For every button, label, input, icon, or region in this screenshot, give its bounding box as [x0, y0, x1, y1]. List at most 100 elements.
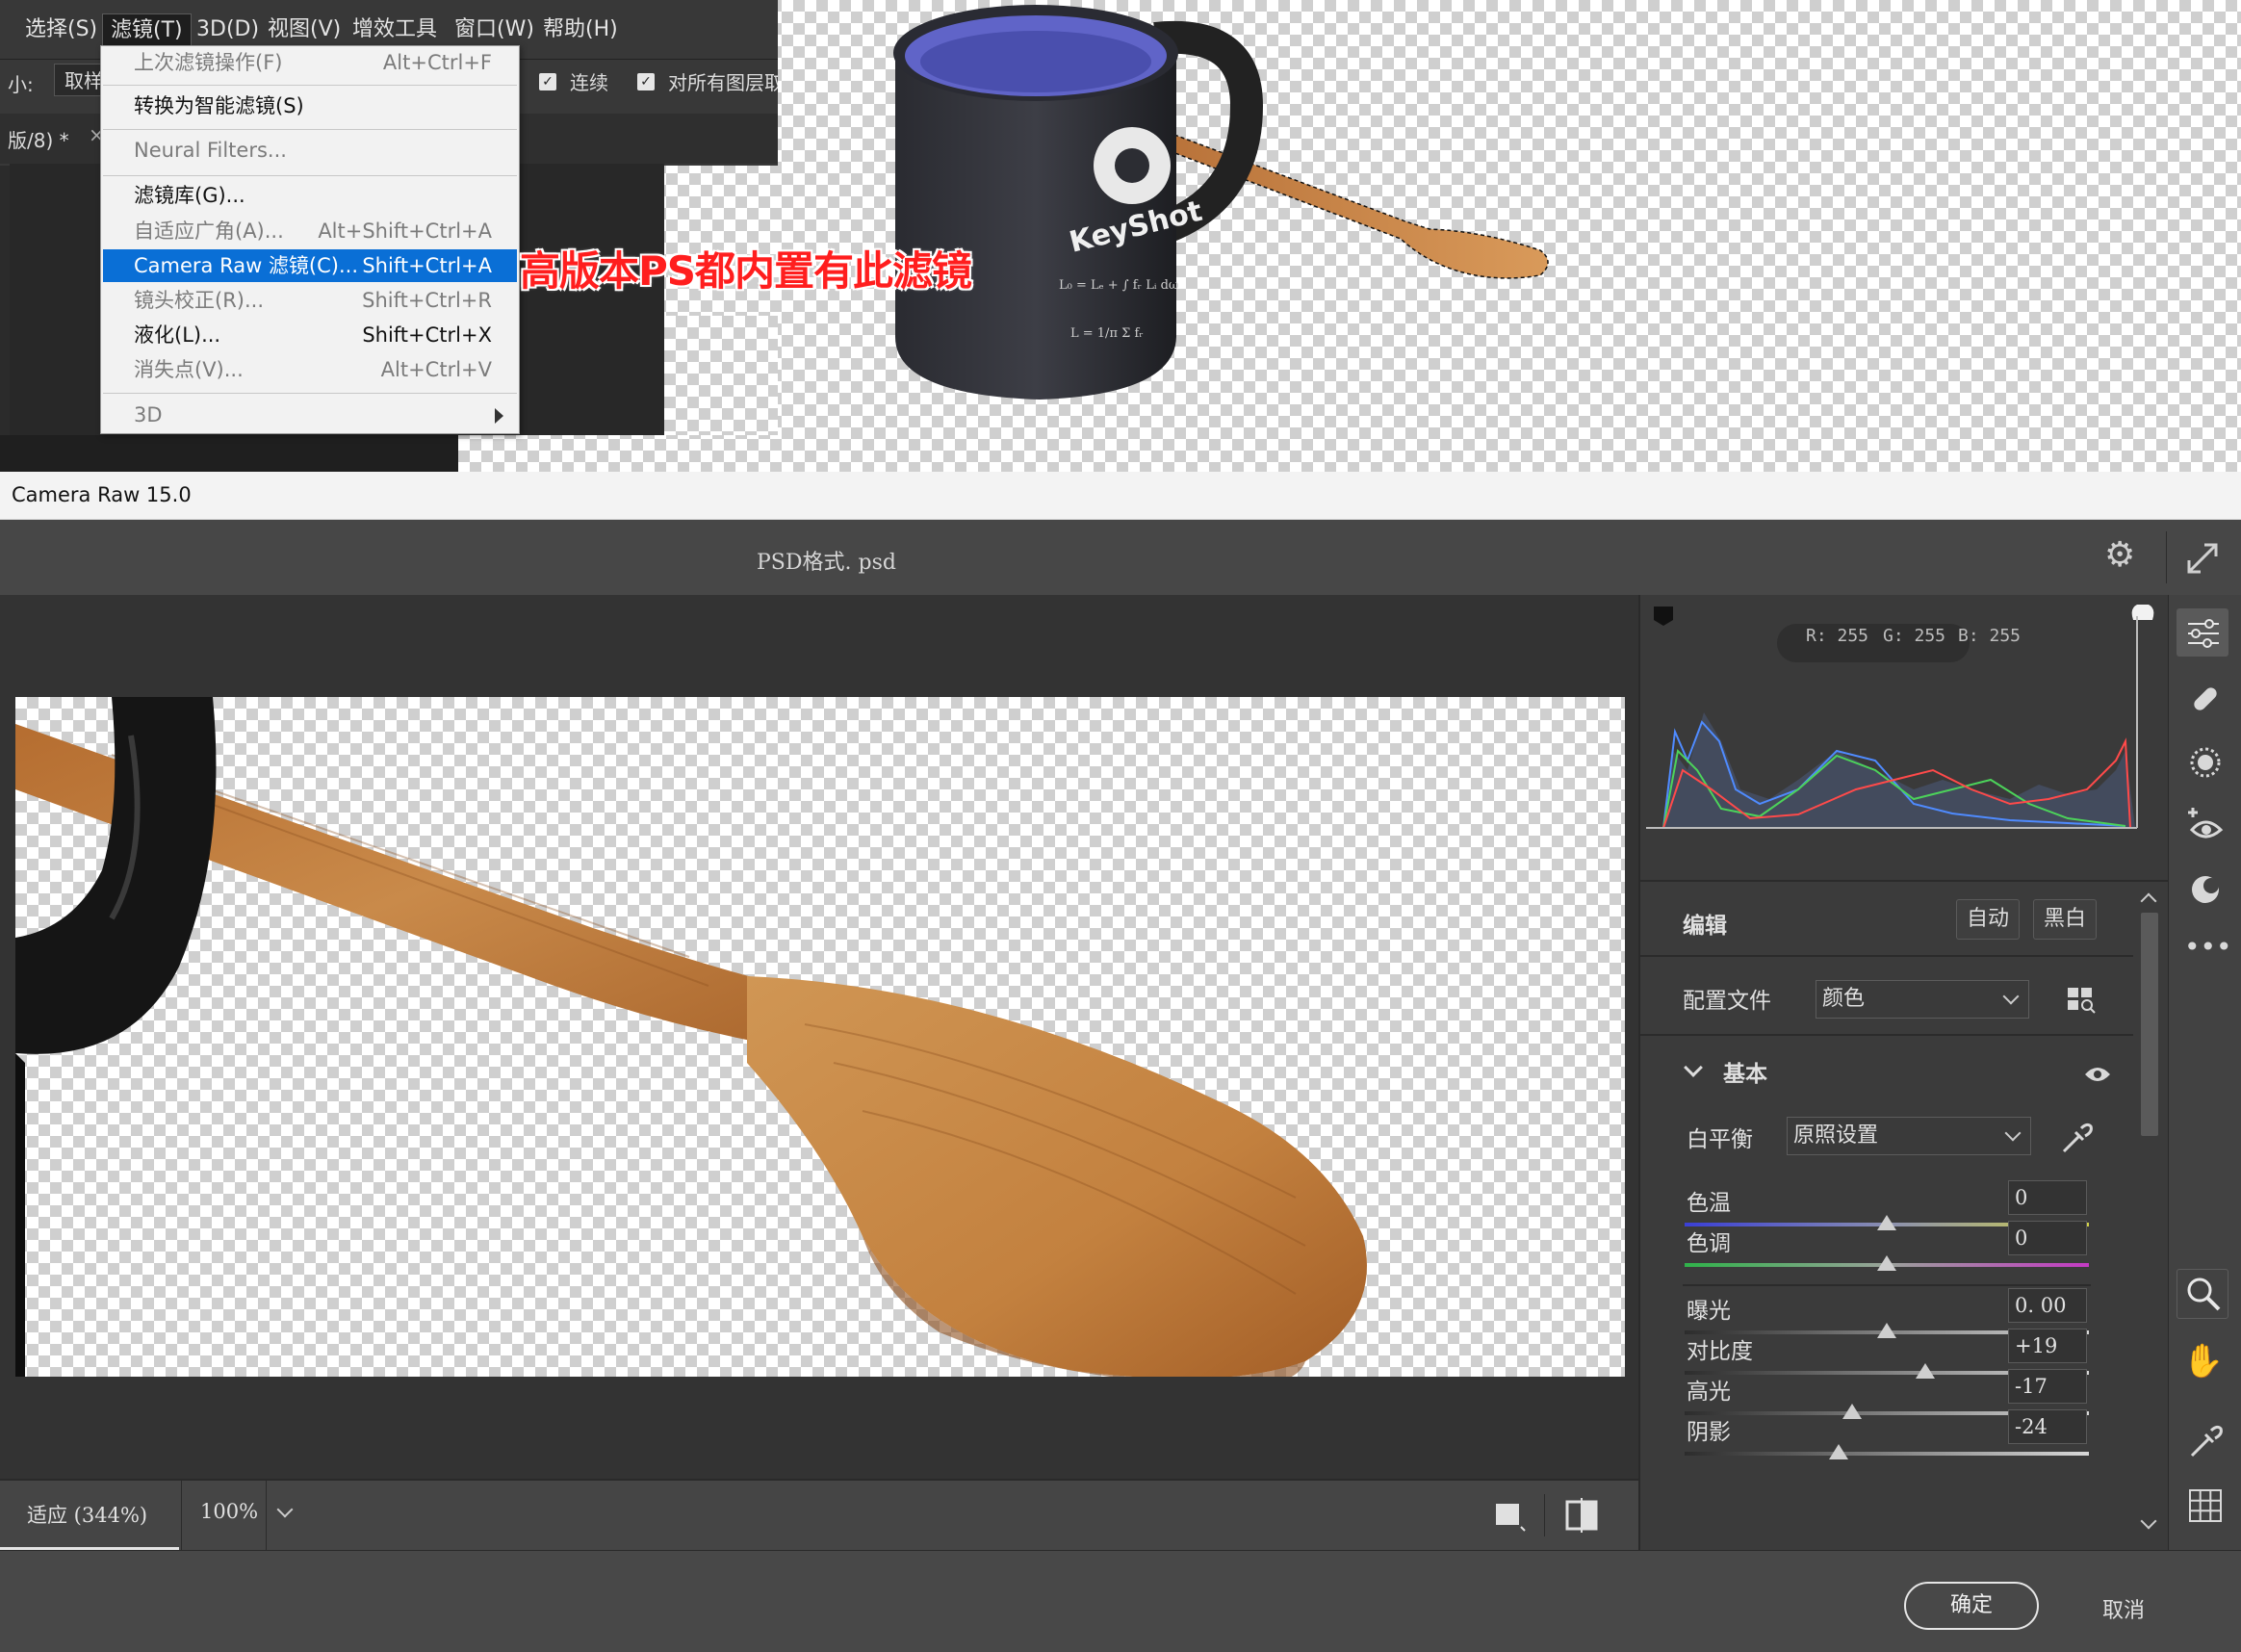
presets-icon[interactable] [2186, 870, 2225, 909]
red-eye-icon[interactable] [2184, 807, 2227, 845]
file-name: PSD格式. psd [757, 551, 896, 575]
slider-thumb[interactable] [1877, 1215, 1896, 1230]
menu-separator [103, 393, 517, 394]
healing-bandage-icon[interactable] [2186, 680, 2225, 718]
bottombar-divider [266, 1481, 267, 1550]
wb-label: 白平衡 [1687, 1127, 1753, 1152]
slider-value-field[interactable]: -24 [2008, 1409, 2087, 1444]
tool-strip: ••• ✋ [2168, 595, 2241, 1550]
rgb-b: B: 255 [1958, 626, 2022, 646]
menu-item-camera-raw[interactable]: Camera Raw 滤镜(C)... Shift+Ctrl+A [103, 249, 517, 282]
profile-value: 颜色 [1822, 987, 1866, 1011]
slider-value-field[interactable]: -17 [2008, 1369, 2087, 1404]
bw-button[interactable]: 黑白 [2033, 899, 2098, 940]
ok-button[interactable]: 确定 [1904, 1582, 2039, 1630]
dialog-footer: 确定 取消 [0, 1550, 2241, 1652]
profile-browser-icon[interactable] [2066, 984, 2097, 1015]
menu-window[interactable]: 窗口(W) [447, 13, 542, 46]
rgb-g: G: 255 [1883, 626, 1946, 646]
ps-canvas-corner [664, 316, 778, 435]
header-divider [2166, 531, 2167, 583]
slider-value-field[interactable]: 0 [2008, 1221, 2087, 1255]
submenu-arrow-icon [495, 408, 503, 424]
chevron-down-icon [2004, 1124, 2022, 1142]
menu-help[interactable]: 帮助(H) [535, 13, 626, 46]
menu-item-liquify[interactable]: 液化(L)... Shift+Ctrl+X [103, 319, 517, 351]
menu-plugins[interactable]: 增效工具 [345, 13, 445, 46]
grid-overlay-icon[interactable] [2186, 1486, 2225, 1525]
divider [1683, 1284, 2091, 1286]
wb-value: 原照设置 [1793, 1123, 1879, 1148]
slider-track[interactable] [1685, 1452, 2089, 1456]
profile-label: 配置文件 [1683, 989, 1771, 1014]
scroll-thumb[interactable] [2141, 913, 2158, 1136]
menu-3d[interactable]: 3D(D) [189, 13, 267, 46]
slider-value-field[interactable]: +19 [2008, 1329, 2087, 1363]
slider-thumb[interactable] [1828, 1444, 1848, 1459]
all-layers-checkbox[interactable]: ✓ [637, 73, 655, 90]
menu-separator [103, 85, 517, 86]
menu-filter[interactable]: 滤镜(T) [102, 13, 192, 46]
collapse-chevron-icon[interactable] [1684, 1058, 1703, 1077]
auto-button[interactable]: 自动 [1956, 899, 2021, 940]
basic-section-title[interactable]: 基本 [1723, 1055, 1767, 1088]
before-after-single-icon[interactable] [1492, 1498, 1527, 1533]
spoon-closeup-image [15, 697, 1367, 1377]
menu-item-lens-correction[interactable]: 镜头校正(R)... Shift+Ctrl+R [103, 284, 517, 317]
zoom-dropdown-chevron-icon[interactable] [276, 1501, 294, 1518]
more-options-icon[interactable]: ••• [2184, 926, 2232, 968]
slider-value-field[interactable]: 0. 00 [2008, 1288, 2087, 1323]
menu-item-adaptive-wide-angle[interactable]: 自适应广角(A)... Alt+Shift+Ctrl+A [103, 215, 517, 247]
annotation-text: 高版本PS都内置有此滤镜 [520, 247, 972, 295]
ps-doc-tab[interactable]: 版/8) * [8, 125, 69, 153]
menu-select[interactable]: 选择(S) [17, 13, 105, 46]
masking-icon[interactable] [2186, 743, 2225, 782]
menu-item-vanishing-point[interactable]: 消失点(V)... Alt+Ctrl+V [103, 353, 517, 386]
slider-thumb[interactable] [1842, 1404, 1863, 1419]
highlight-clipping-icon [2131, 605, 2154, 620]
slider-thumb[interactable] [1877, 1323, 1896, 1338]
gear-icon[interactable]: ⚙ [2104, 535, 2135, 575]
color-sampler-icon[interactable] [2186, 1423, 2225, 1461]
slider-thumb[interactable] [1877, 1255, 1896, 1271]
eye-icon[interactable] [2083, 1065, 2112, 1084]
menu-separator [103, 129, 517, 130]
wb-dropdown[interactable]: 原照设置 [1787, 1117, 2031, 1155]
svg-text:L = 1/π Σ fᵣ: L = 1/π Σ fᵣ [1070, 326, 1144, 341]
filter-menu: 上次滤镜操作(F) Alt+Ctrl+F 转换为智能滤镜(S) Neural Fi… [100, 45, 520, 434]
contiguous-checkbox[interactable]: ✓ [539, 73, 556, 90]
slider-thumb[interactable] [1915, 1363, 1935, 1379]
scroll-up-icon[interactable] [2140, 892, 2157, 910]
menu-item-3d[interactable]: 3D [103, 399, 517, 431]
profile-dropdown[interactable]: 颜色 [1816, 980, 2029, 1019]
slider-value-field[interactable]: 0 [2008, 1180, 2087, 1215]
fullscreen-icon[interactable] [2183, 539, 2222, 578]
panel-scrollbar[interactable] [2133, 884, 2168, 1550]
rgb-r: R: 255 [1806, 626, 1869, 646]
menu-view[interactable]: 视图(V) [260, 13, 348, 46]
svg-text:L₀ = Lₑ + ∫ fᵣ Lᵢ dω: L₀ = Lₑ + ∫ fᵣ Lᵢ dω [1059, 278, 1179, 293]
hand-tool-icon[interactable]: ✋ [2182, 1340, 2225, 1382]
slider-label: 色调 [1687, 1231, 1731, 1256]
bottombar-divider [181, 1481, 182, 1550]
cancel-button[interactable]: 取消 [2102, 1593, 2145, 1624]
menu-item-convert-smart[interactable]: 转换为智能滤镜(S) [103, 90, 517, 122]
menu-separator [103, 175, 517, 176]
preview-area [0, 595, 1638, 1479]
edit-sliders-icon[interactable] [2184, 614, 2223, 653]
all-layers-label: 对所有图层取 [668, 71, 778, 94]
divider [1640, 955, 2133, 957]
bottombar-divider [1544, 1494, 1545, 1536]
image-preview[interactable] [15, 697, 1625, 1377]
before-after-split-icon[interactable] [1563, 1496, 1602, 1535]
menu-item-last-filter[interactable]: 上次滤镜操作(F) Alt+Ctrl+F [103, 46, 517, 79]
menu-item-neural-filters[interactable]: Neural Filters... [103, 134, 517, 167]
camera-raw-header: PSD格式. psd ⚙ [0, 520, 2241, 595]
window-title: Camera Raw 15.0 [12, 483, 192, 506]
menu-item-filter-gallery[interactable]: 滤镜库(G)... [103, 179, 517, 212]
scroll-down-icon[interactable] [2140, 1512, 2157, 1530]
slider-label: 高光 [1687, 1380, 1731, 1405]
eyedropper-icon[interactable] [2056, 1119, 2095, 1157]
zoom-100-label[interactable]: 100% [200, 1500, 258, 1523]
zoom-tool-frame [2177, 1269, 2228, 1319]
